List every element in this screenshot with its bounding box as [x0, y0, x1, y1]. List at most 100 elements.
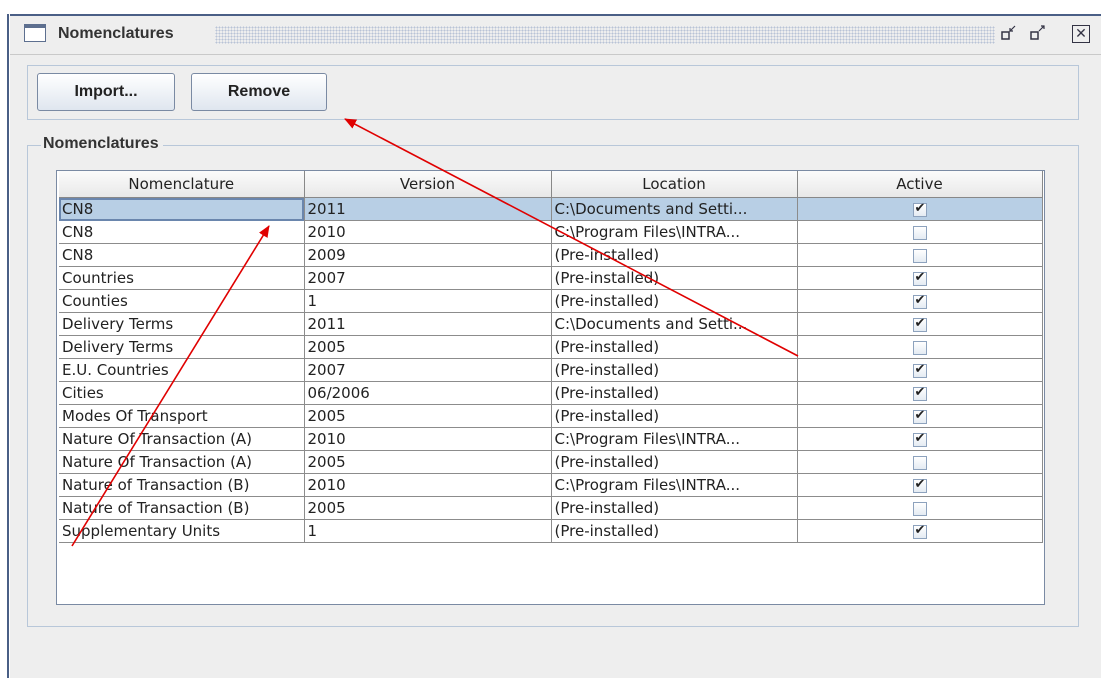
cell-location[interactable]: (Pre-installed): [551, 404, 798, 428]
cell-active: [797, 243, 1043, 267]
cell-nomenclature[interactable]: CN8: [59, 197, 305, 221]
cell-active: [797, 473, 1043, 497]
active-checkbox[interactable]: [912, 248, 927, 263]
cell-location[interactable]: C:\Program Files\INTRA...: [551, 427, 798, 451]
table-row[interactable]: Nature of Transaction (B) 2010 C:\Program …: [59, 473, 1043, 497]
cell-location[interactable]: (Pre-installed): [551, 243, 798, 267]
cell-nomenclature[interactable]: CN8: [59, 220, 305, 244]
cell-version[interactable]: 2009: [304, 243, 552, 267]
cell-location[interactable]: (Pre-installed): [551, 289, 798, 313]
cell-location[interactable]: (Pre-installed): [551, 496, 798, 520]
active-checkbox[interactable]: [912, 201, 927, 217]
cell-version[interactable]: 2007: [304, 358, 552, 382]
cell-nomenclature[interactable]: Counties: [59, 289, 305, 313]
cell-version[interactable]: 2007: [304, 266, 552, 290]
cell-active: [797, 312, 1043, 336]
cell-version[interactable]: 2010: [304, 427, 552, 451]
cell-nomenclature[interactable]: Countries: [59, 266, 305, 290]
toolbar-panel: [27, 65, 1079, 120]
cell-active: [797, 450, 1043, 474]
cell-active: [797, 404, 1043, 428]
cell-location[interactable]: C:\Documents and Setti...: [551, 312, 798, 336]
table-scroll-pane[interactable]: Nomenclature Version Location Active CN8…: [56, 170, 1045, 605]
table-row[interactable]: CN8 2011 C:\Documents and Setti...: [59, 197, 1043, 221]
active-checkbox[interactable]: [912, 362, 927, 378]
table-row[interactable]: Nature Of Transaction (A) 2005 (Pre-instal…: [59, 450, 1043, 474]
column-header-nomenclature[interactable]: Nomenclature: [59, 171, 305, 198]
cell-active: [797, 519, 1043, 543]
table-row[interactable]: Supplementary Units 1 (Pre-installed): [59, 519, 1043, 543]
cell-location[interactable]: C:\Documents and Setti...: [551, 197, 798, 221]
active-checkbox[interactable]: [912, 340, 927, 355]
cell-nomenclature[interactable]: Cities: [59, 381, 305, 405]
window-icon: [24, 24, 46, 42]
restore-down-icon[interactable]: [998, 22, 1020, 44]
cell-version[interactable]: 2005: [304, 335, 552, 359]
cell-version[interactable]: 1: [304, 519, 552, 543]
column-header-location[interactable]: Location: [551, 171, 798, 198]
cell-version[interactable]: 2011: [304, 197, 552, 221]
active-checkbox[interactable]: [912, 501, 927, 516]
active-checkbox[interactable]: [912, 477, 927, 493]
cell-location[interactable]: C:\Program Files\INTRA...: [551, 220, 798, 244]
cell-location[interactable]: (Pre-installed): [551, 266, 798, 290]
cell-nomenclature[interactable]: Delivery Terms: [59, 335, 305, 359]
active-checkbox[interactable]: [912, 270, 927, 286]
table-row[interactable]: E.U. Countries 2007 (Pre-installed): [59, 358, 1043, 382]
maximize-icon[interactable]: [1027, 22, 1049, 44]
active-checkbox[interactable]: [912, 225, 927, 240]
cell-location[interactable]: (Pre-installed): [551, 381, 798, 405]
table-row[interactable]: Delivery Terms 2011 C:\Documents and Setti…: [59, 312, 1043, 336]
active-checkbox[interactable]: [912, 455, 927, 470]
cell-nomenclature[interactable]: Delivery Terms: [59, 312, 305, 336]
cell-location[interactable]: C:\Program Files\INTRA...: [551, 473, 798, 497]
cell-nomenclature[interactable]: CN8: [59, 243, 305, 267]
cell-nomenclature[interactable]: Nature Of Transaction (A): [59, 427, 305, 451]
close-icon[interactable]: ✕: [1072, 25, 1090, 43]
cell-version[interactable]: 2010: [304, 220, 552, 244]
nomenclatures-table: Nomenclature Version Location Active CN8…: [59, 171, 1043, 543]
cell-active: [797, 335, 1043, 359]
cell-version[interactable]: 2005: [304, 496, 552, 520]
cell-active: [797, 496, 1043, 520]
table-row[interactable]: Nature Of Transaction (A) 2010 C:\Program …: [59, 427, 1043, 451]
cell-active: [797, 427, 1043, 451]
table-row[interactable]: Cities 06/2006 (Pre-installed): [59, 381, 1043, 405]
column-header-active[interactable]: Active: [797, 171, 1043, 198]
title-bar-grip: [215, 26, 995, 44]
cell-nomenclature[interactable]: Nature of Transaction (B): [59, 473, 305, 497]
cell-location[interactable]: (Pre-installed): [551, 335, 798, 359]
title-bar[interactable]: Nomenclatures ✕: [10, 16, 1101, 55]
active-checkbox[interactable]: [912, 316, 927, 332]
cell-location[interactable]: (Pre-installed): [551, 519, 798, 543]
cell-version[interactable]: 2010: [304, 473, 552, 497]
table-row[interactable]: Countries 2007 (Pre-installed): [59, 266, 1043, 290]
import-button[interactable]: Import...: [37, 73, 175, 111]
remove-button[interactable]: Remove: [191, 73, 327, 111]
cell-nomenclature[interactable]: Supplementary Units: [59, 519, 305, 543]
cell-nomenclature[interactable]: Modes Of Transport: [59, 404, 305, 428]
column-header-version[interactable]: Version: [304, 171, 552, 198]
cell-version[interactable]: 2011: [304, 312, 552, 336]
cell-nomenclature[interactable]: Nature of Transaction (B): [59, 496, 305, 520]
table-row[interactable]: Counties 1 (Pre-installed): [59, 289, 1043, 313]
cell-version[interactable]: 06/2006: [304, 381, 552, 405]
table-row[interactable]: CN8 2009 (Pre-installed): [59, 243, 1043, 267]
cell-location[interactable]: (Pre-installed): [551, 358, 798, 382]
table-row[interactable]: Delivery Terms 2005 (Pre-installed): [59, 335, 1043, 359]
cell-location[interactable]: (Pre-installed): [551, 450, 798, 474]
active-checkbox[interactable]: [912, 385, 927, 401]
cell-version[interactable]: 1: [304, 289, 552, 313]
table-row[interactable]: CN8 2010 C:\Program Files\INTRA...: [59, 220, 1043, 244]
active-checkbox[interactable]: [912, 408, 927, 424]
active-checkbox[interactable]: [912, 293, 927, 309]
cell-nomenclature[interactable]: E.U. Countries: [59, 358, 305, 382]
table-row[interactable]: Nature of Transaction (B) 2005 (Pre-instal…: [59, 496, 1043, 520]
group-title: Nomenclatures: [41, 135, 163, 153]
table-row[interactable]: Modes Of Transport 2005 (Pre-installed): [59, 404, 1043, 428]
cell-version[interactable]: 2005: [304, 404, 552, 428]
cell-version[interactable]: 2005: [304, 450, 552, 474]
active-checkbox[interactable]: [912, 523, 927, 539]
cell-nomenclature[interactable]: Nature Of Transaction (A): [59, 450, 305, 474]
active-checkbox[interactable]: [912, 431, 927, 447]
